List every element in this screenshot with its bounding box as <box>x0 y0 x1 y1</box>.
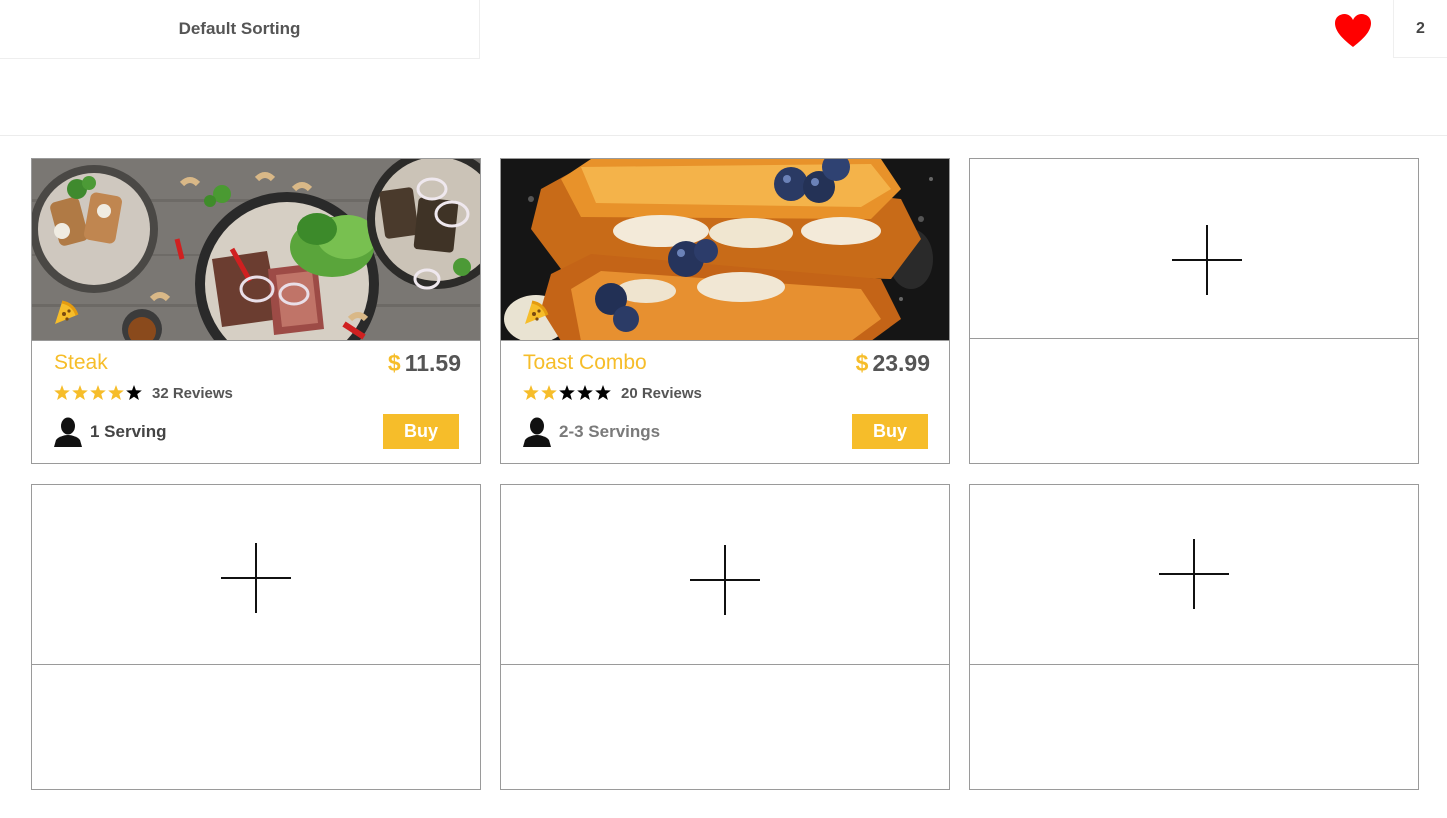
star-icon <box>126 385 142 400</box>
product-title[interactable]: Steak <box>54 351 108 375</box>
star-icon <box>577 385 593 400</box>
star-icon <box>108 385 124 400</box>
sort-dropdown[interactable]: Default Sorting <box>0 0 480 59</box>
pizza-slice-icon <box>525 300 549 324</box>
star-icon <box>72 385 88 400</box>
rating-stars <box>523 385 611 400</box>
star-icon <box>523 385 539 400</box>
rating-stars <box>54 385 142 400</box>
product-card-steak: Steak $11.59 32 Reviews 1 Serving Buy <box>31 158 481 464</box>
favorites-count-value: 2 <box>1416 19 1425 37</box>
price-value: 23.99 <box>872 350 930 376</box>
price-value: 11.59 <box>404 350 461 376</box>
favorites-count: 2 <box>1393 0 1447 58</box>
product-card-toast-combo: Toast Combo $23.99 20 Reviews 2-3 Servin… <box>500 158 950 464</box>
empty-slot-card <box>500 484 950 790</box>
servings-info: 2-3 Servings <box>523 417 660 447</box>
plus-icon[interactable] <box>1159 539 1229 609</box>
star-icon <box>559 385 575 400</box>
product-image[interactable] <box>501 159 949 341</box>
review-count[interactable]: 32 Reviews <box>152 385 233 402</box>
currency-symbol: $ <box>387 350 401 376</box>
add-item-area[interactable] <box>970 159 1418 339</box>
plus-icon[interactable] <box>1172 225 1242 295</box>
servings-label: 2-3 Servings <box>559 422 661 441</box>
person-icon <box>523 417 551 447</box>
currency-symbol: $ <box>855 350 869 376</box>
product-price: $23.99 <box>856 350 930 377</box>
pizza-slice-icon <box>55 300 79 324</box>
empty-slot-card <box>969 484 1419 790</box>
buy-button[interactable]: Buy <box>383 414 459 449</box>
product-image[interactable] <box>32 159 480 341</box>
empty-slot-card <box>969 158 1419 464</box>
plus-icon[interactable] <box>690 545 760 615</box>
review-count[interactable]: 20 Reviews <box>621 385 702 402</box>
sort-label: Default Sorting <box>178 19 301 38</box>
star-icon <box>54 385 70 400</box>
star-icon <box>541 385 557 400</box>
top-bar: Default Sorting 2 <box>0 0 1447 136</box>
star-icon <box>90 385 106 400</box>
plus-icon[interactable] <box>221 543 291 613</box>
steak-photo <box>32 159 480 340</box>
toast-photo <box>501 159 949 340</box>
buy-button[interactable]: Buy <box>852 414 928 449</box>
product-title[interactable]: Toast Combo <box>523 351 647 375</box>
heart-icon[interactable] <box>1334 13 1372 49</box>
servings-info: 1 Serving <box>54 417 167 447</box>
product-price: $11.59 <box>388 350 461 377</box>
add-item-area[interactable] <box>970 485 1418 665</box>
add-item-area[interactable] <box>501 485 949 665</box>
empty-slot-card <box>31 484 481 790</box>
person-icon <box>54 417 82 447</box>
star-icon <box>595 385 611 400</box>
servings-label: 1 Serving <box>90 422 167 441</box>
add-item-area[interactable] <box>32 485 480 665</box>
